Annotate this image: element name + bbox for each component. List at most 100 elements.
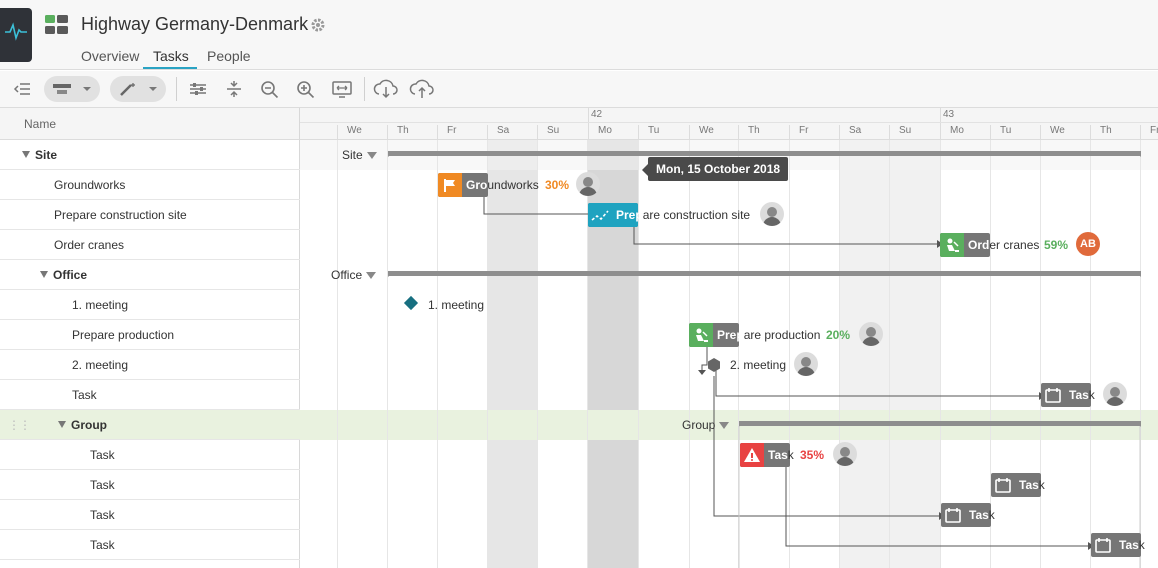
warning-icon bbox=[740, 443, 764, 467]
avatar[interactable] bbox=[760, 202, 784, 226]
day-label: Fr bbox=[447, 125, 457, 136]
grid-row[interactable]: Prepare construction site bbox=[0, 200, 300, 230]
caret-down-icon[interactable] bbox=[40, 271, 48, 278]
drag-handle-icon[interactable]: ⋮⋮ bbox=[8, 418, 31, 432]
gantt-view-icon bbox=[53, 84, 91, 94]
row-label: 1. meeting bbox=[72, 297, 129, 312]
caret-down-icon[interactable] bbox=[22, 151, 30, 158]
row-label: Task bbox=[90, 447, 115, 462]
collapse-panel-icon[interactable] bbox=[10, 76, 34, 102]
grid-row[interactable]: Order cranes bbox=[0, 230, 300, 260]
day-divider bbox=[689, 125, 690, 140]
task-bar[interactable]: Task bbox=[991, 473, 1045, 497]
settings-sliders-icon[interactable] bbox=[186, 76, 210, 102]
grid-row[interactable]: 2. meeting bbox=[0, 350, 300, 380]
tab-people[interactable]: People bbox=[207, 48, 251, 64]
dropdown-arrow-icon[interactable] bbox=[719, 422, 730, 430]
flag-icon bbox=[438, 173, 462, 197]
day-divider bbox=[437, 125, 438, 140]
project-title: Highway Germany-Denmark bbox=[81, 14, 309, 34]
grid-row-office[interactable]: Office bbox=[0, 260, 300, 290]
avatar[interactable] bbox=[859, 322, 883, 346]
task-bar-prepare-construction-site[interactable]: Prepare construction site bbox=[588, 203, 750, 227]
grid-row[interactable]: Task bbox=[0, 500, 300, 530]
progress-percent: 20% bbox=[826, 328, 851, 342]
task-bar-order-cranes[interactable]: Order cranes bbox=[940, 233, 1039, 257]
task-bar-prepare-production[interactable]: Prepare production bbox=[689, 323, 820, 347]
avatar[interactable] bbox=[794, 352, 818, 376]
progress-percent: 59% bbox=[1044, 238, 1069, 252]
row-label: Prepare construction site bbox=[54, 207, 187, 222]
avatar[interactable] bbox=[833, 442, 857, 466]
zoom-out-icon[interactable] bbox=[258, 76, 282, 102]
day-divider bbox=[1040, 125, 1041, 140]
grid-row[interactable]: 1. meeting bbox=[0, 290, 300, 320]
task-grid: Site Groundworks Prepare construction si… bbox=[0, 140, 300, 568]
task-bar-warning[interactable]: Task bbox=[740, 443, 794, 467]
row-label: Task bbox=[90, 477, 115, 492]
day-divider bbox=[487, 125, 488, 140]
avatar-initials[interactable]: AB bbox=[1076, 232, 1100, 256]
view-mode-dropdown[interactable] bbox=[44, 76, 100, 102]
grid-row[interactable]: Task bbox=[0, 440, 300, 470]
row-label: Order cranes bbox=[54, 237, 125, 252]
task-bar[interactable]: Task bbox=[941, 503, 995, 527]
row-label: Task bbox=[90, 507, 115, 522]
day-label: Sa bbox=[497, 125, 510, 136]
dropdown-arrow-icon[interactable] bbox=[366, 272, 377, 280]
row-label: 2. meeting bbox=[72, 357, 129, 372]
day-divider bbox=[537, 125, 538, 140]
grid-row[interactable]: Task bbox=[0, 380, 300, 410]
app-header: Highway Germany-Denmark Overview Tasks P… bbox=[0, 0, 1158, 70]
milestone-hexagon[interactable] bbox=[706, 357, 722, 373]
tab-active-indicator bbox=[143, 67, 197, 69]
task-bar-groundworks[interactable]: Groundworks bbox=[438, 173, 539, 197]
day-divider bbox=[638, 125, 639, 140]
day-label: Th bbox=[1100, 125, 1112, 136]
fit-vertical-icon[interactable] bbox=[222, 76, 246, 102]
tab-overview[interactable]: Overview bbox=[81, 48, 139, 64]
day-label: Tu bbox=[1000, 125, 1012, 136]
construction-worker-icon bbox=[940, 233, 964, 257]
day-divider bbox=[789, 125, 790, 140]
dropdown-arrow-icon[interactable] bbox=[366, 152, 377, 160]
app-logo[interactable] bbox=[0, 8, 32, 62]
milestone-label: 1. meeting bbox=[428, 298, 485, 312]
cloud-download-icon[interactable] bbox=[372, 76, 400, 102]
summary-label-site[interactable]: Site bbox=[342, 148, 377, 162]
tab-tasks[interactable]: Tasks bbox=[153, 48, 189, 64]
cloud-upload-icon[interactable] bbox=[408, 76, 436, 102]
day-label: We bbox=[347, 125, 362, 136]
task-bar[interactable]: Task bbox=[1041, 383, 1095, 407]
task-bar[interactable]: Task bbox=[1091, 533, 1145, 557]
day-divider bbox=[889, 125, 890, 140]
zoom-in-icon[interactable] bbox=[294, 76, 318, 102]
caret-down-icon[interactable] bbox=[58, 421, 66, 428]
tools-dropdown[interactable] bbox=[110, 76, 166, 102]
day-divider bbox=[738, 125, 739, 140]
day-label: Fr bbox=[1150, 125, 1158, 136]
day-divider bbox=[940, 125, 941, 140]
gear-icon[interactable] bbox=[310, 17, 326, 36]
grid-row[interactable]: Task bbox=[0, 530, 300, 560]
fit-to-screen-icon[interactable] bbox=[330, 76, 354, 102]
avatar[interactable] bbox=[576, 172, 600, 196]
grid-row-group[interactable]: ⋮⋮ Group bbox=[0, 410, 300, 440]
grid-row[interactable]: Groundworks bbox=[0, 170, 300, 200]
grid-row[interactable]: Prepare production bbox=[0, 320, 300, 350]
pulse-icon bbox=[5, 22, 27, 41]
day-label: Su bbox=[547, 125, 560, 136]
summary-label-office[interactable]: Office bbox=[331, 268, 377, 282]
toolbar bbox=[0, 71, 1158, 108]
construction-worker-icon bbox=[689, 323, 713, 347]
day-label: Fr bbox=[799, 125, 809, 136]
day-divider bbox=[990, 125, 991, 140]
calendar-icon bbox=[1041, 383, 1065, 407]
avatar[interactable] bbox=[1103, 382, 1127, 406]
grid-row[interactable]: Task bbox=[0, 470, 300, 500]
summary-label-group[interactable]: Group bbox=[682, 418, 730, 432]
grid-row-site[interactable]: Site bbox=[0, 140, 300, 170]
calendar-icon bbox=[941, 503, 965, 527]
name-column-header[interactable]: Name bbox=[24, 117, 56, 131]
progress-percent: 30% bbox=[545, 178, 570, 192]
